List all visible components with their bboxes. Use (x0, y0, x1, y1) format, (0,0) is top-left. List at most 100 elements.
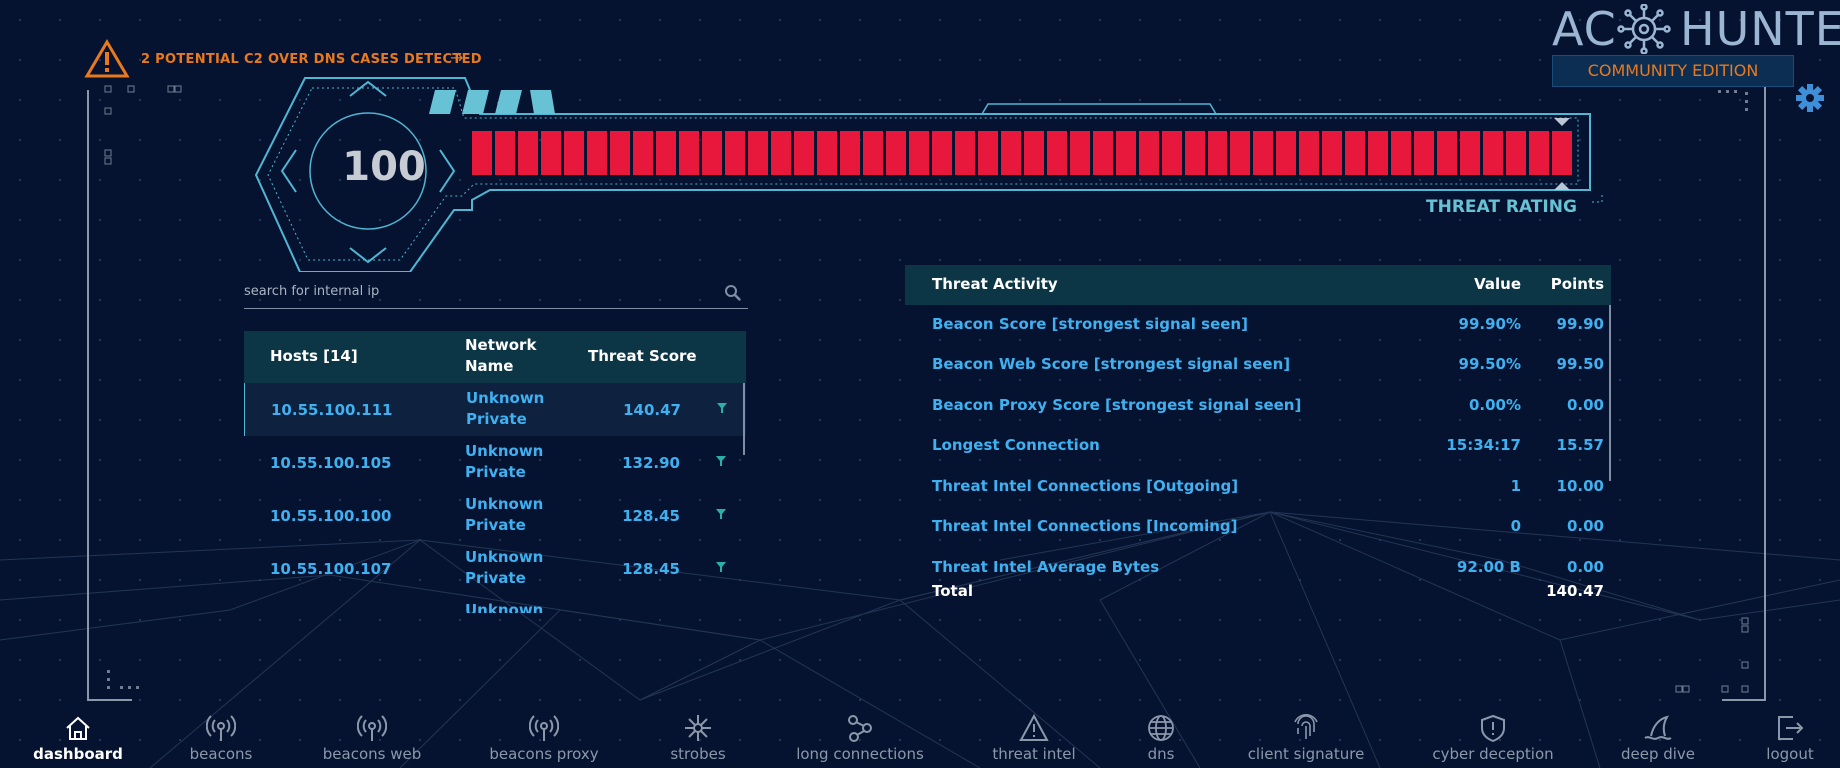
rating-segment (1069, 131, 1090, 175)
activity-value: 92.00 B (1456, 558, 1521, 576)
activity-value: 0 (1510, 517, 1521, 535)
host-ip[interactable]: 10.55.100.111 (271, 401, 392, 419)
network-name: Unknown (465, 601, 544, 613)
table-row[interactable]: 10.55.100.105 Unknown Private 132.90 (244, 436, 746, 489)
nav-item-strobes[interactable]: strobes (648, 708, 748, 768)
rating-segment (954, 131, 975, 175)
nav-item-deep-dive[interactable]: deep dive (1608, 708, 1708, 768)
activity-points: 0.00 (1566, 517, 1604, 535)
rating-segment (908, 131, 929, 175)
rating-segment (816, 131, 837, 175)
total-label: Total (932, 582, 973, 600)
table-row[interactable]: 10.55.100.100 Unknown Private 128.45 (244, 489, 746, 542)
threat-score: 128.45 (622, 560, 680, 578)
nav-item-beacons[interactable]: beacons (171, 708, 271, 768)
host-ip[interactable]: 10.55.100.107 (270, 560, 391, 578)
network-name: Unknown Private (465, 495, 544, 534)
table-row: Threat Intel Average Bytes 92.00 B 0.00 (905, 548, 1611, 578)
rating-segment (701, 131, 722, 175)
nav-item-beacons-proxy[interactable]: beacons proxy (484, 708, 604, 768)
rating-segment (1368, 131, 1389, 175)
filter-icon[interactable] (715, 561, 727, 573)
nav-label: logout (1766, 745, 1814, 763)
threat-score-column-header[interactable]: Threat Score (588, 346, 697, 367)
host-ip[interactable]: 10.55.100.100 (270, 507, 391, 525)
rating-segment (770, 131, 791, 175)
rating-segment (1161, 131, 1182, 175)
home-icon (66, 716, 90, 740)
value-column-header: Value (1474, 275, 1521, 293)
threat-rating-bar (472, 131, 1573, 175)
nodes-icon (848, 715, 872, 742)
activity-value: 1 (1510, 477, 1521, 495)
activity-label: Beacon Web Score [strongest signal seen] (932, 355, 1291, 373)
network-column-header-line1[interactable]: Network (465, 335, 536, 356)
rating-segment (724, 131, 745, 175)
hosts-column-header[interactable]: Hosts [14] (270, 346, 358, 367)
filter-icon[interactable] (715, 455, 727, 467)
rating-segment (1046, 131, 1067, 175)
table-row: Longest Connection 15:34:17 15.57 (905, 426, 1611, 466)
rating-segment (1023, 131, 1044, 175)
nav-item-threat-intel[interactable]: threat intel (984, 708, 1084, 768)
threat-score-value: 100 (342, 144, 426, 190)
fingerprint-icon (1294, 714, 1318, 739)
nav-item-client-signature[interactable]: client signature (1246, 708, 1366, 768)
broadcast-icon (529, 715, 559, 741)
nav-label: deep dive (1620, 745, 1696, 763)
activity-scrollbar[interactable] (1609, 305, 1611, 481)
rating-segment (1437, 131, 1458, 175)
search-icon[interactable] (724, 284, 742, 302)
rating-segment (862, 131, 883, 175)
warning-icon (84, 39, 130, 78)
rating-segment (494, 131, 515, 175)
rating-segment (1092, 131, 1113, 175)
rating-segment (1460, 131, 1481, 175)
table-row[interactable]: 10.55.100.111 Unknown Private 140.47 (244, 383, 746, 436)
filter-icon[interactable] (715, 508, 727, 520)
activity-value: 15:34:17 (1446, 436, 1521, 454)
hosts-table-header: Hosts [14] Network Name Threat Score (244, 331, 746, 383)
network-name: Unknown Private (466, 389, 545, 428)
warning-icon (1019, 714, 1049, 741)
activity-label: Threat Intel Connections [Outgoing] (932, 477, 1239, 495)
alert-text: 2 POTENTIAL C2 OVER DNS CASES DETECTED (141, 52, 482, 67)
nav-item-logout[interactable]: logout (1752, 708, 1828, 768)
activity-value: 99.90% (1458, 315, 1521, 333)
brand-name-left: AC (1552, 2, 1617, 56)
nav-label: client signature (1247, 745, 1365, 763)
nav-item-dns[interactable]: dns (1131, 708, 1191, 768)
activity-points: 15.57 (1556, 436, 1604, 454)
search-bar (244, 278, 748, 309)
rating-segment (1230, 131, 1251, 175)
nav-label: beacons proxy (489, 745, 599, 763)
activity-points: 99.90 (1556, 315, 1604, 333)
rating-segment (563, 131, 584, 175)
globe-icon (1148, 715, 1174, 741)
table-row[interactable]: 10.55.100.107 Unknown Private 128.45 (244, 542, 746, 595)
hosts-scrollbar[interactable] (743, 383, 745, 455)
search-input[interactable] (244, 280, 704, 302)
activity-label: Beacon Proxy Score [strongest signal see… (932, 396, 1302, 414)
table-row[interactable]: Unknown (244, 595, 746, 613)
filter-icon[interactable] (716, 402, 728, 414)
rating-segment (1345, 131, 1366, 175)
network-name: Unknown Private (465, 548, 544, 587)
activity-value: 0.00% (1468, 396, 1521, 414)
nav-label: strobes (670, 745, 726, 763)
gear-icon[interactable] (1794, 82, 1826, 114)
nav-label: beacons web (322, 745, 422, 763)
network-column-header-line2[interactable]: Name (465, 356, 513, 377)
threat-rating-gauge: 100 THREAT RATING (250, 72, 1610, 272)
host-ip[interactable]: 10.55.100.105 (270, 454, 391, 472)
nav-item-cyber-deception[interactable]: cyber deception (1430, 708, 1556, 768)
threat-activity-header: Threat Activity Value Points (905, 265, 1611, 305)
rating-segment (517, 131, 538, 175)
nav-label: beacons (189, 745, 253, 763)
rating-segment (632, 131, 653, 175)
nav-item-beacons-web[interactable]: beacons web (317, 708, 427, 768)
table-row: Beacon Score [strongest signal seen] 99.… (905, 305, 1611, 345)
nav-item-dashboard[interactable]: dashboard (28, 708, 128, 768)
nav-item-long-connections[interactable]: long connections (790, 708, 930, 768)
shield-icon (1481, 714, 1505, 742)
